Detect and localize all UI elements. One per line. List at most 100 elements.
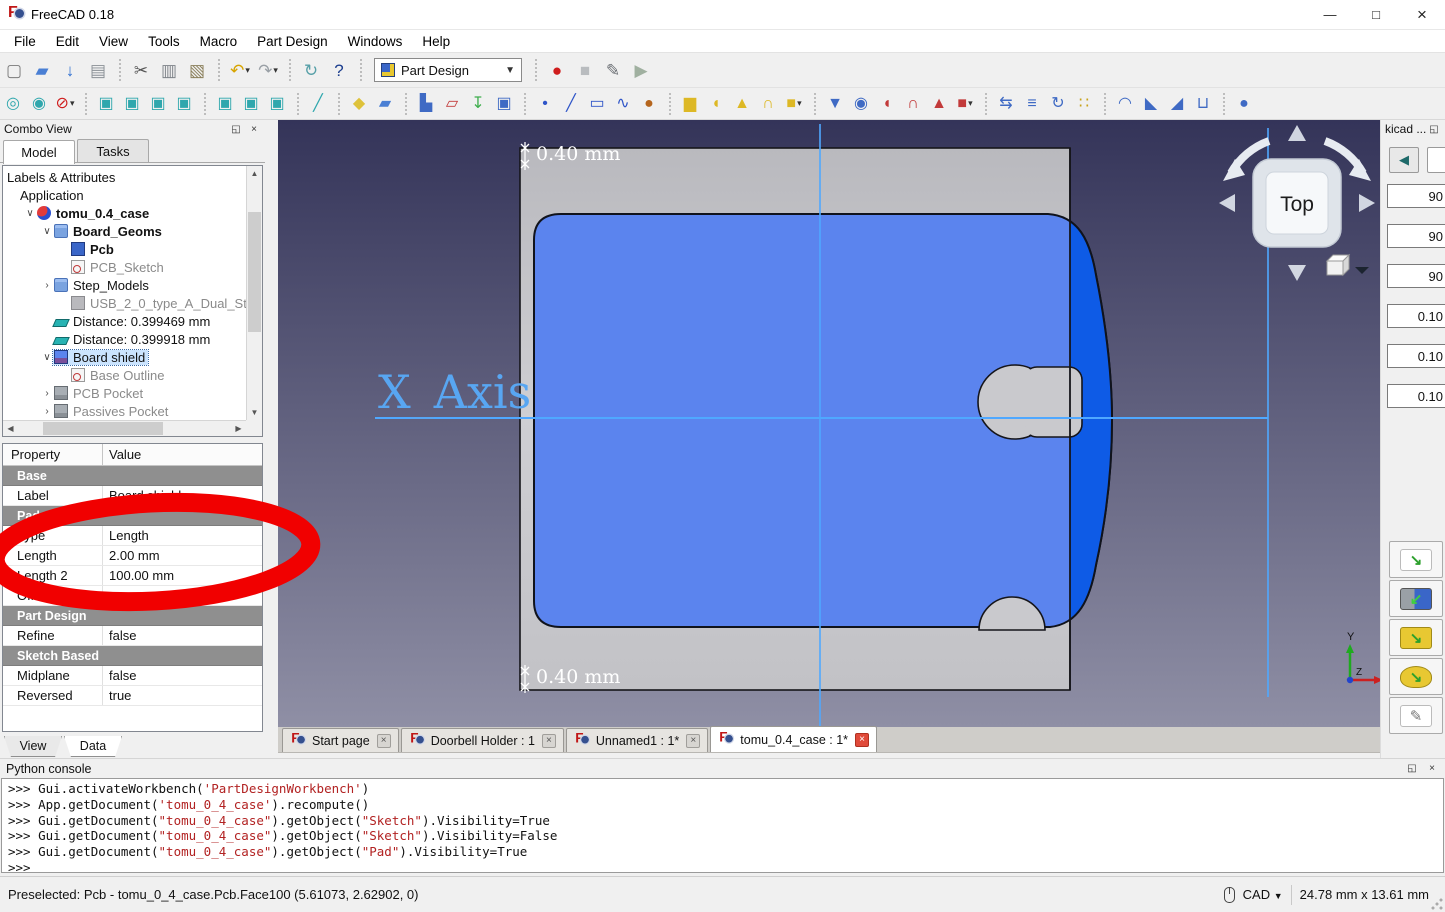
- fillet-icon[interactable]: ◠: [1113, 92, 1137, 116]
- tree-item-distance-0-399918-mm[interactable]: Distance: 0.399918 mm: [3, 330, 246, 348]
- copy-icon[interactable]: ▥: [156, 57, 182, 83]
- new-file-icon[interactable]: ▢: [1, 57, 27, 83]
- redo-icon[interactable]: ↷▾: [255, 57, 281, 83]
- tree-item-step-models[interactable]: ›Step_Models: [3, 276, 246, 294]
- macro-play-icon[interactable]: ▶: [628, 57, 654, 83]
- part-utility-icon[interactable]: ◆: [347, 92, 371, 116]
- subtractive-loft-icon[interactable]: ▲: [927, 92, 951, 116]
- property-value[interactable]: Board shield: [103, 486, 262, 505]
- groove-icon[interactable]: ◖: [875, 92, 899, 116]
- chamfer-icon[interactable]: ◣: [1139, 92, 1163, 116]
- view-front-icon[interactable]: ▣: [120, 92, 144, 116]
- menu-view[interactable]: View: [89, 31, 138, 52]
- menu-part-design[interactable]: Part Design: [247, 31, 338, 52]
- close-button[interactable]: ×: [1399, 0, 1445, 30]
- scroll-up-icon[interactable]: ▲: [247, 166, 262, 181]
- tree-vertical-scrollbar[interactable]: ▲ ▼: [246, 166, 262, 420]
- zoom-icon[interactable]: ◉: [27, 92, 51, 116]
- whats-this-icon[interactable]: ?: [326, 57, 352, 83]
- menu-file[interactable]: File: [4, 31, 46, 52]
- measure-distance-icon[interactable]: ╱: [306, 92, 330, 116]
- doc-tab-start-page[interactable]: FStart page×: [282, 728, 399, 752]
- doc-tab-tomu-0-4-case-1[interactable]: Ftomu_0.4_case : 1*×: [710, 726, 877, 752]
- load-board-button[interactable]: ↘: [1389, 619, 1443, 656]
- float-panel-icon[interactable]: ◱: [1427, 122, 1441, 136]
- create-group-icon[interactable]: ▰: [373, 92, 397, 116]
- multi-transform-icon[interactable]: ∷: [1072, 92, 1096, 116]
- close-panel-icon[interactable]: ×: [247, 122, 261, 136]
- macro-edit-icon[interactable]: ✎: [600, 57, 626, 83]
- menu-windows[interactable]: Windows: [338, 31, 413, 52]
- kicad-button[interactable]: [1427, 147, 1445, 173]
- fit-all-icon[interactable]: ◎: [1, 92, 25, 116]
- additive-loft-icon[interactable]: ▲: [730, 92, 754, 116]
- maximize-button[interactable]: □: [1353, 0, 1399, 30]
- scroll-left-icon[interactable]: ◀: [3, 421, 18, 436]
- mirrored-icon[interactable]: ⇆: [994, 92, 1018, 116]
- property-group-part-design[interactable]: Part Design: [3, 606, 262, 626]
- sketch-line-icon[interactable]: ╱: [559, 92, 583, 116]
- tab-view[interactable]: View: [4, 736, 62, 757]
- map-sketch-icon[interactable]: ▣: [492, 92, 516, 116]
- tree-item-passives-pocket[interactable]: ›Passives Pocket: [3, 402, 246, 420]
- expand-arrow-icon[interactable]: ∨: [41, 352, 53, 363]
- kicad-field-3[interactable]: 90: [1387, 264, 1445, 288]
- scroll-right-icon[interactable]: ▶: [231, 421, 246, 436]
- kicad-field-1[interactable]: 90: [1387, 184, 1445, 208]
- subtractive-primitive-icon[interactable]: ■▾: [953, 92, 977, 116]
- tree-item-base-outline[interactable]: Base Outline: [3, 366, 246, 384]
- subtractive-pipe-icon[interactable]: ∩: [901, 92, 925, 116]
- thickness-icon[interactable]: ⊔: [1191, 92, 1215, 116]
- property-group-base[interactable]: Base: [3, 466, 262, 486]
- undo-icon[interactable]: ↶▾: [227, 57, 253, 83]
- python-console-input[interactable]: >>> Gui.activateWorkbench('PartDesignWor…: [1, 778, 1444, 873]
- tree-item-pcb[interactable]: Pcb: [3, 240, 246, 258]
- property-value[interactable]: false: [103, 666, 262, 685]
- tree-item-distance-0-399469-mm[interactable]: Distance: 0.399469 mm: [3, 312, 246, 330]
- draft-icon[interactable]: ◢: [1165, 92, 1189, 116]
- tab-close-icon[interactable]: ×: [377, 734, 391, 748]
- sketch-polyline-icon[interactable]: ∿: [611, 92, 635, 116]
- boolean-icon[interactable]: ●: [1232, 92, 1256, 116]
- property-value[interactable]: 2.00 mm: [103, 546, 262, 565]
- property-value[interactable]: 100.00 mm: [103, 566, 262, 585]
- additive-primitive-icon[interactable]: ■▾: [782, 92, 806, 116]
- tree-item-board-geoms[interactable]: ∨Board_Geoms: [3, 222, 246, 240]
- paste-icon[interactable]: ▧: [184, 57, 210, 83]
- sketch-rectangle-icon[interactable]: ▭: [585, 92, 609, 116]
- pad-icon[interactable]: ▆: [678, 92, 702, 116]
- menu-macro[interactable]: Macro: [190, 31, 248, 52]
- view-axonometric-icon[interactable]: ▣: [94, 92, 118, 116]
- save-icon[interactable]: ↓: [57, 57, 83, 83]
- property-value[interactable]: [103, 586, 262, 605]
- property-value[interactable]: Length: [103, 526, 262, 545]
- create-sketch-icon[interactable]: ▱: [440, 92, 464, 116]
- tree-item-usb-2-0-type-a-dual-stacked-ja[interactable]: USB_2_0_type_A_Dual_Stacked_jac: [3, 294, 246, 312]
- tree-item-tomu-0-4-case[interactable]: ∨tomu_0.4_case: [3, 204, 246, 222]
- view-bottom-icon[interactable]: ▣: [239, 92, 263, 116]
- float-panel-icon[interactable]: ◱: [229, 122, 243, 136]
- minimize-button[interactable]: —: [1307, 0, 1353, 30]
- expand-arrow-icon[interactable]: ›: [41, 280, 53, 291]
- property-group-sketch-based[interactable]: Sketch Based: [3, 646, 262, 666]
- doc-tab-unnamed1-1[interactable]: FUnnamed1 : 1*×: [566, 728, 708, 752]
- create-body-icon[interactable]: ▙: [414, 92, 438, 116]
- push-to-kicad-button[interactable]: ↘: [1389, 658, 1443, 695]
- menu-tools[interactable]: Tools: [138, 31, 190, 52]
- tab-model[interactable]: Model: [3, 140, 75, 164]
- macro-record-icon[interactable]: ●: [544, 57, 570, 83]
- scroll-down-icon[interactable]: ▼: [247, 405, 262, 420]
- cut-scissors-icon[interactable]: ✂: [128, 57, 154, 83]
- tree-item-pcb-pocket[interactable]: ›PCB Pocket: [3, 384, 246, 402]
- tab-data[interactable]: Data: [64, 736, 122, 757]
- edit-sketch-icon[interactable]: ↧: [466, 92, 490, 116]
- property-group-pad[interactable]: Pad: [3, 506, 262, 526]
- tree-item-board-shield[interactable]: ∨Board shield: [3, 348, 246, 366]
- polar-pattern-icon[interactable]: ↻: [1046, 92, 1070, 116]
- close-panel-icon[interactable]: ×: [1425, 762, 1439, 776]
- menu-edit[interactable]: Edit: [46, 31, 89, 52]
- export-parts-button[interactable]: ↙: [1389, 580, 1443, 617]
- tree-item-application[interactable]: Application: [3, 186, 246, 204]
- workbench-selector[interactable]: Part Design▼: [374, 58, 522, 82]
- expand-arrow-icon[interactable]: ›: [41, 406, 53, 417]
